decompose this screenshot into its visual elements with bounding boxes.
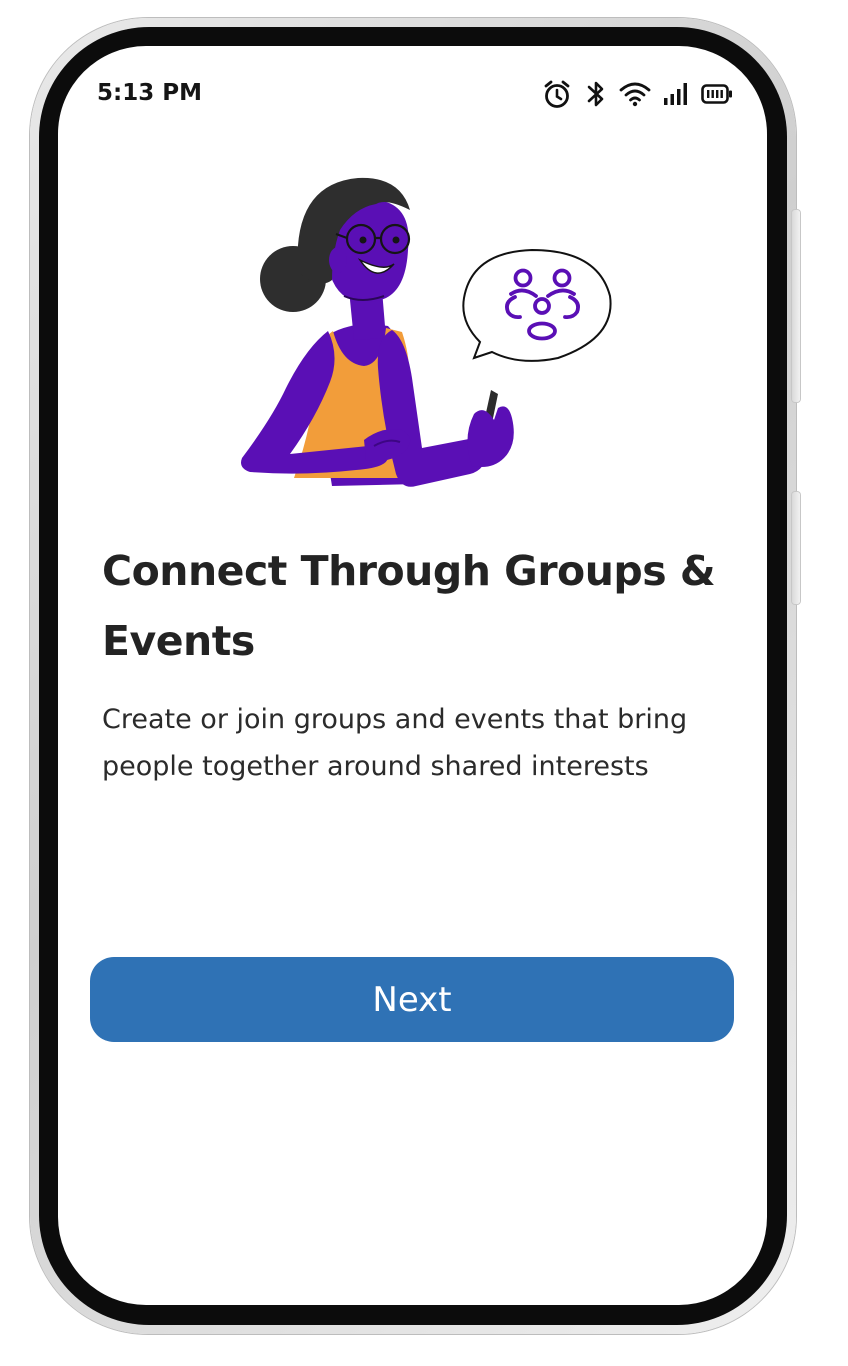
volume-button <box>792 210 800 402</box>
power-button <box>792 492 800 604</box>
next-button[interactable]: Next <box>90 957 734 1042</box>
onboarding-illustration <box>241 177 612 487</box>
battery-icon <box>701 83 733 105</box>
status-bar: 5:13 PM <box>58 46 767 146</box>
page-title: Connect Through Groups & Events <box>102 547 716 665</box>
wifi-icon <box>619 80 651 108</box>
status-icons <box>541 76 733 112</box>
phone-screen: 5:13 PM Connect Through Groups & Events … <box>58 46 767 1305</box>
bluetooth-icon <box>585 78 607 110</box>
status-time: 5:13 PM <box>97 80 202 106</box>
signal-icon <box>663 81 689 107</box>
page-description: Create or join groups and events that br… <box>102 704 688 782</box>
alarm-icon <box>541 78 573 110</box>
